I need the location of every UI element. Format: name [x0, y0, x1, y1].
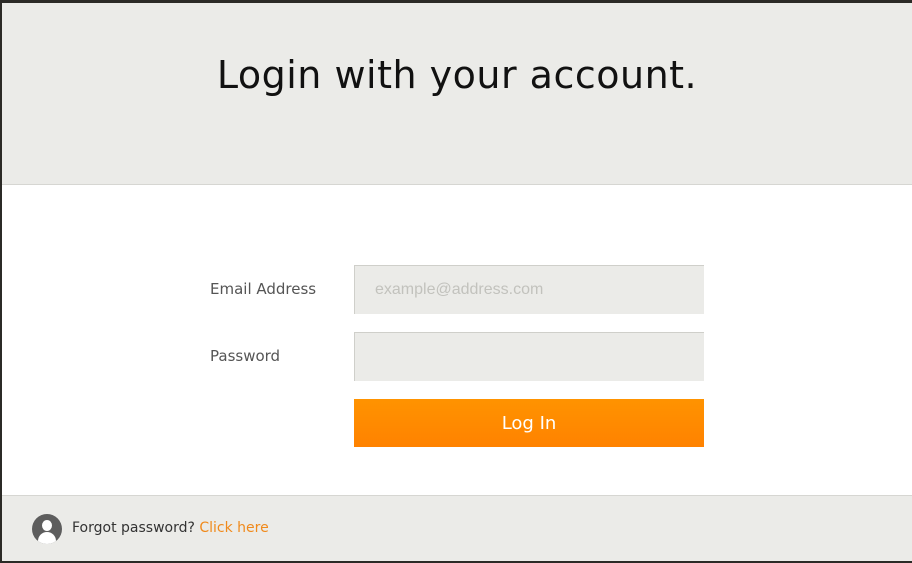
login-modal: Login with your account. Email Address P… [2, 3, 912, 561]
click-here-link[interactable]: Click here [199, 520, 268, 536]
password-field[interactable] [354, 332, 704, 381]
modal-header: Login with your account. [2, 3, 912, 185]
modal-footer: Forgot password? Click here [2, 495, 912, 561]
forgot-password-text: Forgot password? Click here [72, 520, 269, 536]
page-title: Login with your account. [216, 53, 698, 97]
password-label: Password [210, 347, 281, 365]
email-label: Email Address [210, 280, 317, 298]
forgot-password-label: Forgot password? [72, 520, 195, 536]
login-button[interactable]: Log In [354, 399, 704, 447]
email-field[interactable] [354, 265, 704, 314]
user-icon [32, 514, 62, 544]
